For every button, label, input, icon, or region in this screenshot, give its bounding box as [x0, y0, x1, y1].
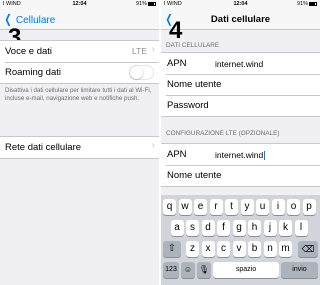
key-u[interactable]: u [256, 199, 269, 215]
status-bar: I WIND 12:04 91% [161, 0, 320, 9]
navigation-bar: ❮ Dati cellulare [161, 9, 320, 30]
key-r[interactable]: r [209, 199, 223, 215]
numbers-key[interactable]: 123 [163, 262, 179, 278]
step-number: 4 [169, 17, 183, 44]
key-x[interactable]: x [201, 241, 215, 257]
key-b[interactable]: b [248, 241, 261, 257]
key-p[interactable]: p [302, 199, 316, 215]
status-bar: I WIND 12:04 91% [0, 0, 159, 9]
lte-username-field-row[interactable]: Nome utente [161, 165, 320, 186]
microphone-icon[interactable]: 🎙 [197, 262, 211, 278]
row-value: LTE [132, 46, 147, 56]
battery-percentage: 91% [135, 1, 147, 7]
right-screen: I WIND 12:04 91% ❮ Dati cellulare 4 DATI… [161, 0, 320, 285]
lte-fields-group: APN internet.wind Nome utente [161, 143, 320, 187]
key-z[interactable]: z [186, 241, 199, 257]
key-w[interactable]: w [178, 199, 192, 215]
lte-apn-field-row[interactable]: APN internet.wind [161, 144, 320, 165]
key-s[interactable]: s [186, 220, 199, 236]
section-header-cellular: DATI CELLULARE [166, 42, 220, 49]
chevron-right-icon: › [151, 44, 155, 55]
row-label: Rete dati cellulare [5, 142, 82, 153]
battery-icon [148, 1, 156, 6]
text-cursor [263, 151, 265, 161]
row-label: Roaming dati [5, 67, 61, 78]
password-field-row[interactable]: Password [161, 95, 320, 116]
key-c[interactable]: c [217, 241, 230, 257]
space-key[interactable]: spazio [213, 262, 279, 278]
cellular-network-row[interactable]: Rete dati cellulare › [0, 137, 159, 158]
left-screen: I WIND 12:04 91% ❮ Cellulare 3 Voce e da… [0, 0, 159, 285]
cellular-footnote: Disattiva i dati cellulare per limitare … [5, 87, 152, 102]
cellular-settings-group: Voce e dati LTE › Roaming dati [0, 40, 159, 84]
key-l[interactable]: l [294, 220, 308, 236]
keyboard: q w e r t y u i o p a s d f g h j k l ⇧ … [161, 195, 320, 285]
navigation-bar: ❮ Cellulare [0, 9, 159, 30]
emoji-icon[interactable]: ☺ [181, 262, 195, 278]
enter-key[interactable]: invio [281, 262, 318, 278]
shift-arrow-icon[interactable]: ⇧ [163, 241, 181, 257]
page-title: Dati cellulare [210, 14, 271, 25]
input-text: internet.wind [215, 150, 264, 160]
field-label: Nome utente [167, 79, 222, 90]
key-m[interactable]: m [279, 241, 292, 257]
apn-input[interactable]: internet.wind [215, 59, 263, 69]
key-g[interactable]: g [232, 220, 246, 236]
key-t[interactable]: t [225, 199, 238, 215]
lte-apn-input[interactable]: internet.wind [215, 150, 265, 161]
username-field-row[interactable]: Nome utente [161, 74, 320, 95]
field-label: APN [167, 58, 187, 69]
battery-indicator: 91% [297, 1, 317, 7]
key-v[interactable]: v [232, 241, 246, 257]
toggle-knob [130, 66, 143, 79]
chevron-right-icon: › [151, 140, 155, 151]
voice-data-row[interactable]: Voce e dati LTE › [0, 41, 159, 62]
key-n[interactable]: n [263, 241, 277, 257]
backspace-icon[interactable]: ⌫ [298, 241, 318, 257]
section-header-lte: CONFIGURAZIONE LTE (OPZIONALE) [166, 130, 280, 137]
roaming-toggle[interactable] [129, 65, 154, 80]
key-h[interactable]: h [248, 220, 261, 236]
row-label: Voce e dati [5, 46, 53, 57]
cellular-fields-group: APN internet.wind Nome utente Password [161, 52, 320, 117]
battery-icon [309, 1, 317, 6]
key-a[interactable]: a [170, 220, 184, 236]
network-group: Rete dati cellulare › [0, 136, 159, 159]
key-f[interactable]: f [217, 220, 230, 236]
key-q[interactable]: q [163, 199, 176, 215]
field-label: Nome utente [167, 170, 222, 181]
key-y[interactable]: y [240, 199, 254, 215]
field-label: Password [167, 100, 209, 111]
key-j[interactable]: j [263, 220, 277, 236]
apn-field-row[interactable]: APN internet.wind [161, 53, 320, 74]
battery-percentage: 91% [296, 1, 308, 7]
key-d[interactable]: d [201, 220, 215, 236]
field-label: APN [167, 149, 187, 160]
key-e[interactable]: e [194, 199, 207, 215]
roaming-data-row: Roaming dati [0, 62, 159, 83]
key-i[interactable]: i [271, 199, 285, 215]
key-o[interactable]: o [287, 199, 300, 215]
key-k[interactable]: k [279, 220, 292, 236]
battery-indicator: 91% [136, 1, 156, 7]
back-label: Cellulare [15, 15, 56, 26]
